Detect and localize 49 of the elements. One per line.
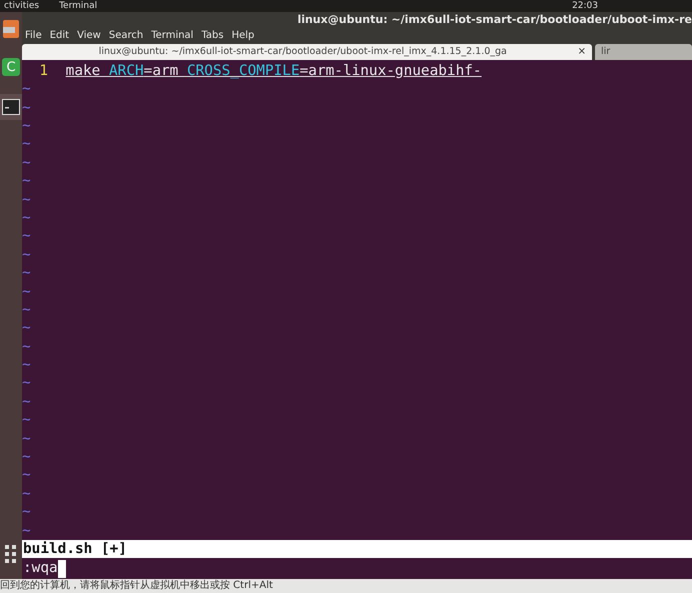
menu-item[interactable]: Tabs <box>201 30 224 41</box>
menu-item[interactable]: Help <box>232 30 254 41</box>
empty-line-marker: ~ <box>22 522 31 539</box>
empty-line-marker: ~ <box>22 430 31 447</box>
menu-item[interactable]: Search <box>108 30 144 41</box>
tab-label: lir <box>601 46 610 58</box>
empty-line-marker: ~ <box>22 504 31 520</box>
menu-item[interactable]: Edit <box>50 30 70 41</box>
empty-line-marker: ~ <box>22 81 31 98</box>
empty-line-marker: ~ <box>22 173 31 190</box>
empty-line-marker: ~ <box>22 100 31 116</box>
empty-line-marker: ~ <box>22 210 31 226</box>
activities-label[interactable]: ctivities <box>4 1 40 11</box>
window-title: linux@ubuntu: ~/imx6ull-iot-smart-car/bootloader/uboot-imx-re <box>297 13 692 26</box>
empty-line-marker: ~ <box>22 118 31 134</box>
empty-line-marker: ~ <box>22 338 31 355</box>
empty-line-marker: ~ <box>22 357 31 374</box>
menu-item[interactable]: View <box>77 30 101 41</box>
empty-line-marker: ~ <box>22 486 31 502</box>
menu-item[interactable]: File <box>25 30 42 41</box>
empty-line-marker: ~ <box>22 449 31 466</box>
terminal-tab[interactable]: lir <box>595 44 692 60</box>
empty-line-marker: ~ <box>22 228 31 244</box>
terminal-tab[interactable]: linux@ubuntu: ~/imx6ull-iot-smart-car/bootloader/uboot-imx-rel_imx_4.1.15_2.1.0_ga × <box>22 44 592 60</box>
tab-label: linux@ubuntu: ~/imx6ull-iot-smart-car/bootloader/uboot-imx-rel_imx_4.1.15_2.1.0_ga <box>98 46 508 58</box>
empty-line-marker: ~ <box>22 136 31 152</box>
empty-line-marker: ~ <box>22 412 31 428</box>
empty-line-marker: ~ <box>22 154 31 171</box>
clock[interactable]: 22:03 <box>572 1 598 11</box>
empty-line-marker: ~ <box>22 302 31 318</box>
empty-line-marker: ~ <box>22 246 31 263</box>
app-grid-icon[interactable] <box>5 545 17 565</box>
vm-hint-text: 回到您的计算机，请将鼠标指针从虚拟机中移出或按 Ctrl+Alt <box>0 580 273 591</box>
menu-item[interactable]: Terminal <box>151 30 194 41</box>
app-menu[interactable]: Terminal <box>59 1 98 11</box>
empty-line-marker: ~ <box>22 284 31 300</box>
empty-line-marker: ~ <box>22 467 31 484</box>
terminal-icon[interactable] <box>2 99 20 115</box>
code-line: make ARCH=arm CROSS_COMPILE=arm-linux-gnueabihf- <box>66 62 482 79</box>
empty-line-marker: ~ <box>22 375 31 392</box>
folder-icon[interactable] <box>3 18 19 40</box>
empty-line-marker: ~ <box>22 394 31 410</box>
empty-line-marker: ~ <box>22 192 31 208</box>
line-number: 1 <box>38 62 49 80</box>
empty-line-marker: ~ <box>22 265 31 282</box>
cursor <box>58 560 66 578</box>
command-line[interactable]: :wqa <box>23 558 58 579</box>
close-tab-button[interactable]: × <box>578 46 586 58</box>
empty-line-marker: ~ <box>22 320 31 336</box>
